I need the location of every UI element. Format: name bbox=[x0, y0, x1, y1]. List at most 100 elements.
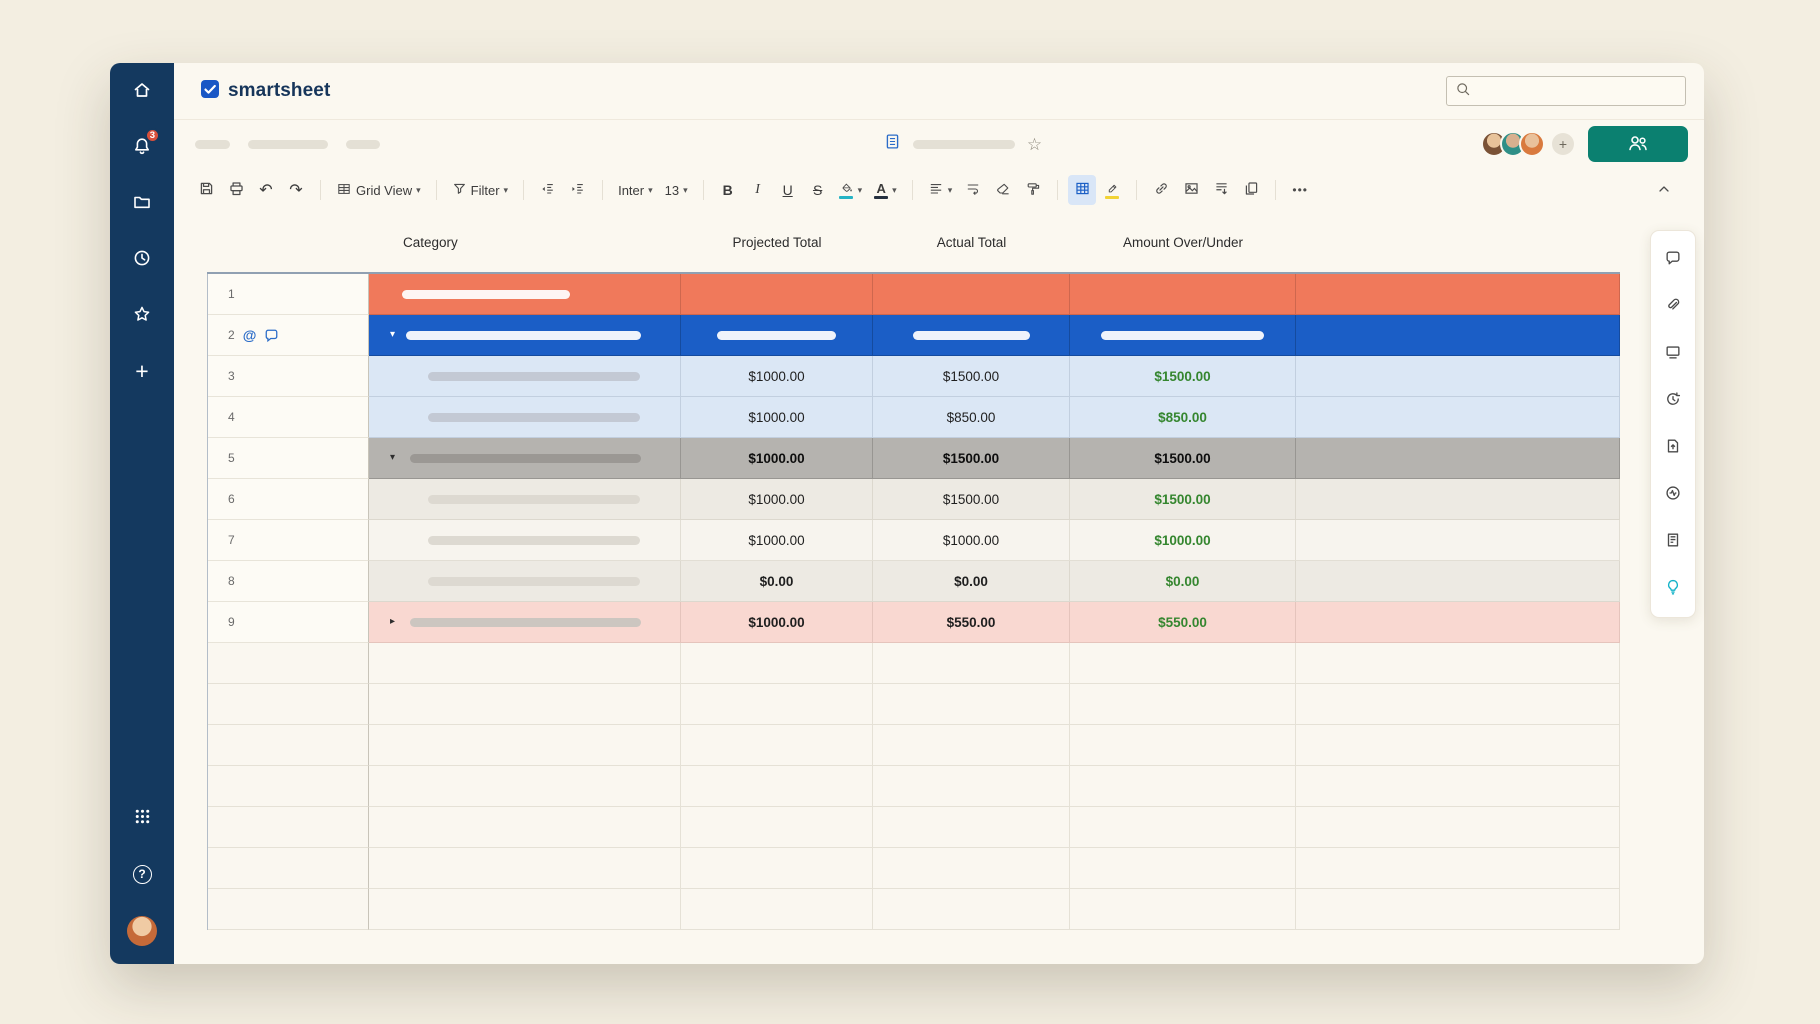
strikethrough-button[interactable]: S bbox=[804, 175, 832, 205]
bold-button[interactable]: B bbox=[714, 175, 742, 205]
comments-button[interactable] bbox=[1653, 236, 1693, 283]
actual-cell[interactable] bbox=[873, 643, 1070, 684]
update-requests-button[interactable] bbox=[1653, 377, 1693, 424]
projected-cell[interactable]: $1000.00 bbox=[681, 397, 873, 438]
actual-cell[interactable] bbox=[873, 766, 1070, 807]
row-number-cell[interactable] bbox=[208, 807, 369, 848]
collapse-toggle-icon[interactable]: ▾ bbox=[390, 330, 395, 340]
category-cell[interactable] bbox=[369, 356, 681, 397]
share-button[interactable] bbox=[1588, 126, 1688, 162]
category-cell[interactable] bbox=[369, 561, 681, 602]
row-number-cell[interactable] bbox=[208, 766, 369, 807]
projected-cell[interactable]: $1000.00 bbox=[681, 479, 873, 520]
actual-cell[interactable]: $550.00 bbox=[873, 602, 1070, 643]
actual-cell[interactable] bbox=[873, 315, 1070, 356]
favorite-star-icon[interactable]: ☆ bbox=[1027, 136, 1042, 153]
projected-cell[interactable]: $1000.00 bbox=[681, 520, 873, 561]
add-collaborator-button[interactable]: + bbox=[1552, 133, 1574, 155]
row-number-cell[interactable]: 9 bbox=[208, 602, 369, 643]
font-size-selector[interactable]: 13 ▾ bbox=[660, 175, 693, 205]
clear-format-button[interactable] bbox=[989, 175, 1017, 205]
actual-cell[interactable]: $1500.00 bbox=[873, 356, 1070, 397]
column-header-category[interactable]: Category bbox=[369, 235, 681, 250]
copy-button[interactable] bbox=[1237, 175, 1265, 205]
trailing-cell[interactable] bbox=[1296, 274, 1620, 315]
print-button[interactable] bbox=[222, 175, 250, 205]
row-number-cell[interactable]: 3 bbox=[208, 356, 369, 397]
actual-cell[interactable]: $1500.00 bbox=[873, 438, 1070, 479]
projected-cell[interactable] bbox=[681, 725, 873, 766]
projected-cell[interactable]: $1000.00 bbox=[681, 602, 873, 643]
actual-cell[interactable] bbox=[873, 848, 1070, 889]
trailing-cell[interactable] bbox=[1296, 479, 1620, 520]
trailing-cell[interactable] bbox=[1296, 725, 1620, 766]
category-cell[interactable] bbox=[369, 725, 681, 766]
column-header-actual-total[interactable]: Actual Total bbox=[873, 235, 1070, 250]
category-cell[interactable] bbox=[369, 643, 681, 684]
row-number-cell[interactable]: 4 bbox=[208, 397, 369, 438]
trailing-cell[interactable] bbox=[1296, 356, 1620, 397]
category-cell[interactable] bbox=[369, 889, 681, 930]
over-under-cell[interactable]: $1500.00 bbox=[1070, 438, 1296, 479]
projected-cell[interactable]: $1000.00 bbox=[681, 356, 873, 397]
redo-button[interactable]: ↷ bbox=[282, 175, 310, 205]
over-under-cell[interactable] bbox=[1070, 766, 1296, 807]
trailing-cell[interactable] bbox=[1296, 397, 1620, 438]
format-painter-button[interactable] bbox=[1019, 175, 1047, 205]
category-cell[interactable]: ▾ bbox=[369, 315, 681, 356]
over-under-cell[interactable] bbox=[1070, 315, 1296, 356]
trailing-cell[interactable] bbox=[1296, 807, 1620, 848]
trailing-cell[interactable] bbox=[1296, 520, 1620, 561]
expand-toggle-icon[interactable]: ▸ bbox=[390, 617, 395, 627]
nav-browse-button[interactable] bbox=[123, 189, 161, 217]
over-under-cell[interactable] bbox=[1070, 274, 1296, 315]
trailing-cell[interactable] bbox=[1296, 889, 1620, 930]
undo-button[interactable]: ↶ bbox=[252, 175, 280, 205]
over-under-cell[interactable] bbox=[1070, 684, 1296, 725]
outdent-button[interactable] bbox=[534, 175, 562, 205]
sheet-summary-button[interactable] bbox=[1653, 518, 1693, 565]
global-search[interactable] bbox=[1446, 76, 1686, 106]
view-selector[interactable]: Grid View ▾ bbox=[331, 175, 426, 205]
text-color-button[interactable]: A ▾ bbox=[869, 175, 902, 205]
category-cell[interactable] bbox=[369, 479, 681, 520]
nav-apps-button[interactable] bbox=[123, 804, 161, 832]
category-cell[interactable] bbox=[369, 766, 681, 807]
trailing-cell[interactable] bbox=[1296, 438, 1620, 479]
filter-selector[interactable]: Filter ▾ bbox=[447, 175, 513, 205]
column-header-projected-total[interactable]: Projected Total bbox=[681, 235, 873, 250]
over-under-cell[interactable] bbox=[1070, 725, 1296, 766]
trailing-cell[interactable] bbox=[1296, 766, 1620, 807]
projected-cell[interactable]: $0.00 bbox=[681, 561, 873, 602]
search-input[interactable] bbox=[1477, 83, 1677, 100]
nav-create-button[interactable]: + bbox=[123, 357, 161, 385]
smart-tips-button[interactable] bbox=[1653, 565, 1693, 612]
text-options-button[interactable] bbox=[1207, 175, 1235, 205]
collapse-toggle-icon[interactable]: ▾ bbox=[390, 453, 395, 463]
trailing-cell[interactable] bbox=[1296, 602, 1620, 643]
row-number-cell[interactable]: 5 bbox=[208, 438, 369, 479]
row-number-cell[interactable]: 2@ bbox=[208, 315, 369, 356]
nav-help-button[interactable]: ? bbox=[123, 860, 161, 888]
font-selector[interactable]: Inter ▾ bbox=[613, 175, 658, 205]
mention-icon[interactable]: @ bbox=[243, 327, 257, 343]
row-number-cell[interactable]: 7 bbox=[208, 520, 369, 561]
actual-cell[interactable] bbox=[873, 274, 1070, 315]
category-cell[interactable] bbox=[369, 848, 681, 889]
activity-log-button[interactable] bbox=[1653, 471, 1693, 518]
actual-cell[interactable] bbox=[873, 684, 1070, 725]
over-under-cell[interactable] bbox=[1070, 643, 1296, 684]
category-cell[interactable] bbox=[369, 274, 681, 315]
attachments-button[interactable] bbox=[1653, 283, 1693, 330]
highlight-button[interactable] bbox=[1098, 175, 1126, 205]
over-under-cell[interactable] bbox=[1070, 848, 1296, 889]
nav-home-button[interactable] bbox=[123, 77, 161, 105]
projected-cell[interactable] bbox=[681, 274, 873, 315]
trailing-cell[interactable] bbox=[1296, 848, 1620, 889]
category-cell[interactable] bbox=[369, 684, 681, 725]
category-cell[interactable] bbox=[369, 397, 681, 438]
row-number-cell[interactable]: 1 bbox=[208, 274, 369, 315]
row-number-cell[interactable] bbox=[208, 643, 369, 684]
trailing-cell[interactable] bbox=[1296, 561, 1620, 602]
collapse-header-button[interactable] bbox=[1650, 175, 1678, 205]
